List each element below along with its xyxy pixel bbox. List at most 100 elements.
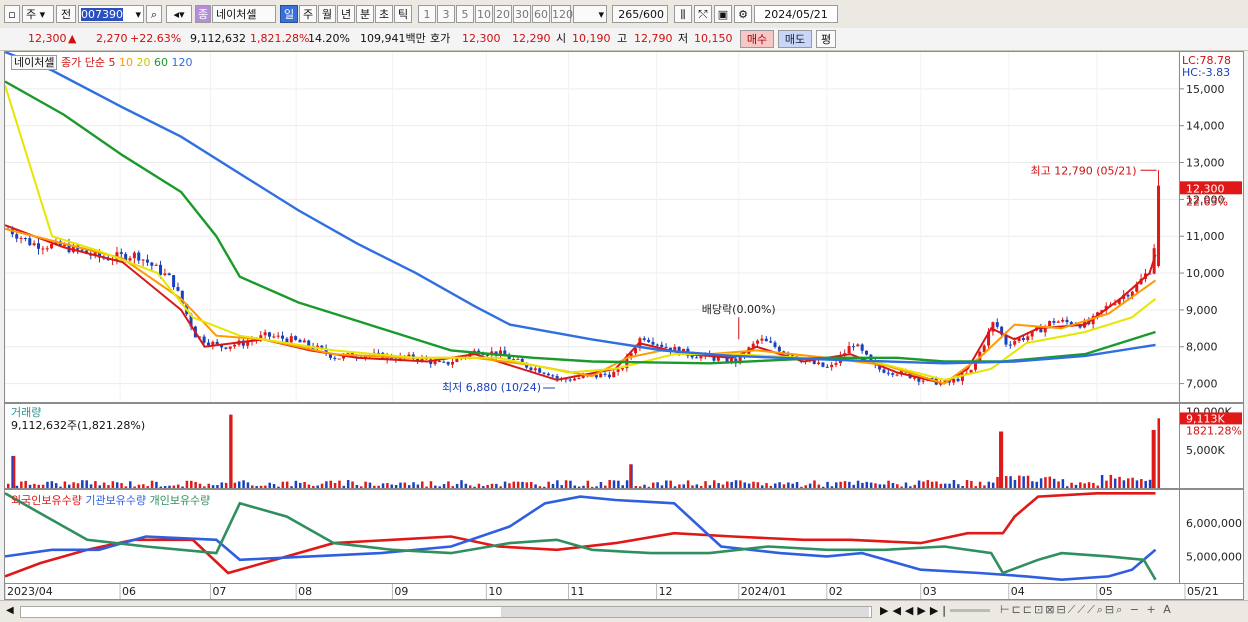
scrollbar-thumb[interactable] <box>501 607 869 617</box>
period-tick[interactable]: 틱 <box>394 5 412 23</box>
volume-bar <box>333 483 337 488</box>
candle-body <box>551 375 555 377</box>
candle-body <box>132 252 136 259</box>
volume-bar <box>1035 481 1038 488</box>
volume-bar <box>421 481 424 488</box>
volume-bar <box>852 484 855 488</box>
period-year[interactable]: 년 <box>337 5 355 23</box>
scrollbar-track[interactable] <box>20 606 872 618</box>
candle-body <box>546 373 550 376</box>
volume-bar <box>1022 476 1025 488</box>
candle-body <box>163 273 167 275</box>
speaker-icon[interactable]: ◂▾ <box>166 5 192 23</box>
period-second[interactable]: 초 <box>375 5 393 23</box>
candle-body <box>272 336 276 338</box>
holding-panel[interactable]: 외국인보유수량 기관보유수량 개인보유수량 <box>4 489 1180 584</box>
x-axis-label: 04 <box>1011 585 1025 598</box>
volume-bar <box>355 484 359 488</box>
volume-bar <box>878 484 882 488</box>
change-percent: +22.63% <box>130 32 182 45</box>
interval-5[interactable]: 5 <box>456 5 474 23</box>
search-icon[interactable]: ⌕ <box>146 5 162 23</box>
ma-line-120 <box>5 52 1156 365</box>
volume-bar <box>298 482 302 488</box>
interval-20[interactable]: 20 <box>494 5 512 23</box>
period-week[interactable]: 주 <box>299 5 317 23</box>
volume-bar <box>996 476 999 488</box>
gear-icon[interactable]: ⚙ <box>734 5 752 23</box>
prev-button[interactable]: 전 <box>56 5 76 23</box>
code-input[interactable]: 007390 ▾ <box>78 5 144 23</box>
volume-bar <box>739 480 742 488</box>
candle-body <box>15 234 19 239</box>
price-panel[interactable]: 최고 12,790 (05/21) 최저 6,880 (10/24) 배당락(0.0… <box>4 51 1180 403</box>
interval-1[interactable]: 1 <box>418 5 436 23</box>
candle-body <box>612 371 616 378</box>
legend-stock-name[interactable]: 네이처셀 <box>11 55 58 70</box>
volume-bar <box>882 484 886 488</box>
volume-bar <box>259 485 263 488</box>
zoom-slider[interactable] <box>950 609 990 612</box>
sell-button[interactable]: 매도 <box>778 30 812 48</box>
period-day[interactable]: 일 <box>280 5 298 23</box>
volume-bar <box>307 484 311 488</box>
volume-bar <box>747 483 751 488</box>
volume-bar <box>168 485 171 488</box>
x-axis-label: 10 <box>488 585 502 598</box>
volume-bar <box>673 486 677 488</box>
candle-body <box>50 243 54 249</box>
candle-body <box>446 361 450 365</box>
volume-bar <box>717 483 720 488</box>
volume-bar <box>943 483 947 488</box>
volume-bar <box>451 486 455 488</box>
candle-icon[interactable]: ⫼ <box>674 5 692 23</box>
volume-bar <box>691 485 694 488</box>
candle-body <box>145 259 149 263</box>
compare-icon[interactable]: ⤲ <box>694 5 712 23</box>
window-icon[interactable]: ▫ <box>4 5 20 23</box>
volume-bar <box>412 482 415 488</box>
volume-bar <box>617 480 620 488</box>
candle-body <box>856 344 860 347</box>
date-input[interactable]: 2024/05/21 <box>754 5 838 23</box>
volume-bar <box>608 480 611 488</box>
volume-bar <box>403 482 407 488</box>
interval-3[interactable]: 3 <box>437 5 455 23</box>
interval-10[interactable]: 10 <box>475 5 493 23</box>
volume-bar <box>220 482 224 488</box>
interval-30[interactable]: 30 <box>513 5 531 23</box>
candle-body <box>538 368 542 373</box>
volume-bar <box>1013 479 1017 488</box>
volume-bar <box>774 483 777 488</box>
nav-buttons[interactable]: ▶◀◀▶▶| <box>880 604 950 617</box>
candle-body <box>289 336 293 343</box>
candle-body <box>777 346 781 352</box>
candle-body <box>442 361 446 363</box>
scroll-left-icon[interactable]: ◀ <box>6 605 14 616</box>
period-minute[interactable]: 분 <box>356 5 374 23</box>
candle-body <box>485 354 489 356</box>
volume-spike <box>629 464 632 488</box>
volume-panel[interactable]: 거래량 9,112,632주(1,821.28%) <box>4 403 1180 489</box>
eval-button[interactable]: 평 <box>816 30 836 48</box>
candle-body <box>37 243 41 249</box>
save-icon[interactable]: ▣ <box>714 5 732 23</box>
interval-60[interactable]: 60 <box>532 5 550 23</box>
volume-bar <box>194 482 197 488</box>
volume-bar <box>416 484 420 488</box>
volume-bar <box>817 484 821 488</box>
volume-bar <box>599 482 603 488</box>
open-price: 10,190 <box>572 32 611 45</box>
price-tag-percent: 22.63% <box>1186 195 1228 208</box>
count-input[interactable]: 265/600 <box>612 5 668 23</box>
tool-icons[interactable]: ⊢⊏⊏⊡⊠⊟⟋⟋⟋⌕⊟⌕ − + A <box>1000 603 1173 617</box>
interval-120[interactable]: 120 <box>551 5 573 23</box>
volume-bar <box>133 486 136 488</box>
candle-body <box>817 362 821 364</box>
period-month[interactable]: 월 <box>318 5 336 23</box>
candle-body <box>32 243 36 246</box>
market-select[interactable]: 주 ▾ <box>22 5 54 23</box>
interval-dropdown[interactable]: ▾ <box>573 5 607 23</box>
candle-body <box>664 346 668 348</box>
buy-button[interactable]: 매수 <box>740 30 774 48</box>
